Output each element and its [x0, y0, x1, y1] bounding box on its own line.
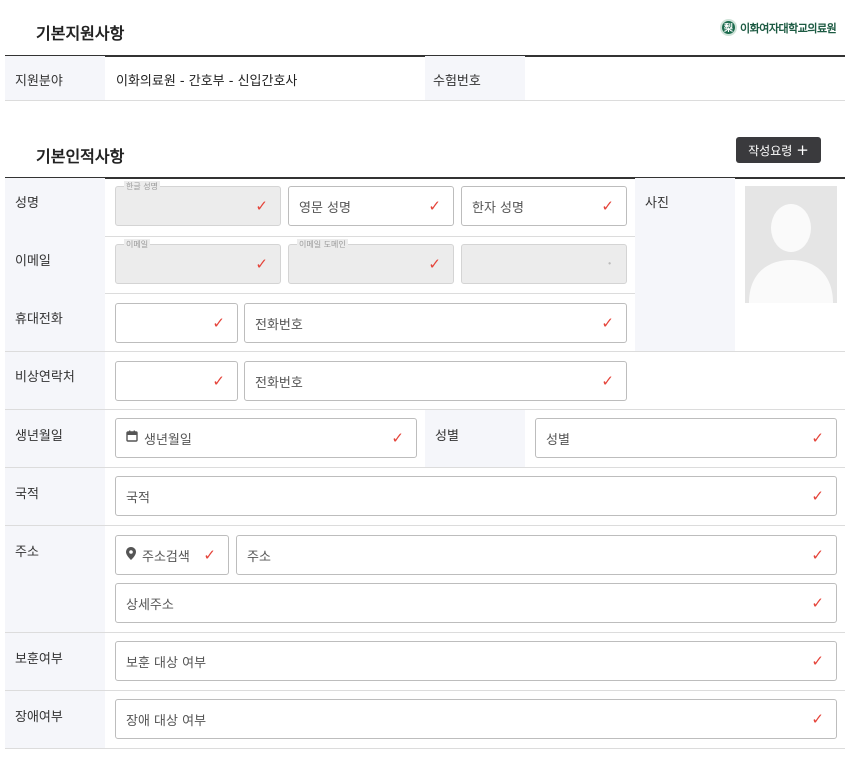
email-id-float-label: 이메일	[124, 239, 151, 250]
emergency-number-placeholder: 전화번호	[255, 375, 303, 391]
check-icon: ✓	[811, 429, 824, 447]
check-icon: ✓	[255, 255, 268, 273]
english-name-field[interactable]: 영문 성명 ✓	[288, 186, 454, 226]
dropdown-dot-icon: •	[607, 259, 612, 269]
writing-guide-label: 작성요령	[748, 143, 793, 158]
plus-icon: +	[796, 141, 809, 159]
emblem-icon: 梨	[720, 19, 737, 36]
gender-label: 성별	[435, 429, 459, 444]
english-name-placeholder: 영문 성명	[299, 200, 351, 216]
check-icon: ✓	[203, 546, 216, 564]
photo-placeholder[interactable]	[745, 186, 837, 303]
application-field-label: 지원분야	[15, 74, 63, 89]
check-icon: ✓	[811, 710, 824, 728]
mobile-prefix-select[interactable]: ✓	[115, 303, 238, 343]
disability-select[interactable]: 장애 대상 여부 ✓	[115, 699, 837, 739]
divider	[5, 467, 845, 468]
emergency-contact-label: 비상연락처	[15, 370, 75, 385]
address-placeholder: 주소	[247, 549, 271, 565]
address-detail-input[interactable]: 상세주소 ✓	[115, 583, 837, 623]
check-icon: ✓	[811, 546, 824, 564]
nationality-select[interactable]: 국적 ✓	[115, 476, 837, 516]
veteran-label: 보훈여부	[15, 652, 63, 667]
address-label: 주소	[15, 545, 39, 560]
check-icon: ✓	[811, 652, 824, 670]
email-domain-float-label: 이메일 도메인	[297, 239, 348, 250]
check-icon: ✓	[601, 197, 614, 215]
photo-label: 사진	[645, 196, 669, 211]
korean-name-field[interactable]: 한글 성명 ✓	[115, 181, 281, 226]
check-icon: ✓	[601, 372, 614, 390]
divider	[5, 100, 845, 101]
check-icon: ✓	[601, 314, 614, 332]
gender-placeholder: 성별	[546, 432, 570, 448]
exam-number-label: 수험번호	[433, 74, 481, 89]
email-label: 이메일	[15, 254, 51, 269]
disability-placeholder: 장애 대상 여부	[126, 713, 207, 729]
logo-text: 이화여자대학교의료원	[740, 21, 837, 35]
korean-name-float-label: 한글 성명	[124, 181, 160, 192]
veteran-select[interactable]: 보훈 대상 여부 ✓	[115, 641, 837, 681]
check-icon: ✓	[811, 594, 824, 612]
hanja-name-placeholder: 한자 성명	[472, 200, 524, 216]
nationality-label: 국적	[15, 487, 39, 502]
check-icon: ✓	[255, 197, 268, 215]
mobile-label: 휴대전화	[15, 312, 63, 327]
calendar-icon	[126, 430, 138, 446]
address-input[interactable]: 주소 ✓	[236, 535, 837, 575]
check-icon: ✓	[811, 487, 824, 505]
divider	[5, 748, 845, 749]
application-field-value: 이화의료원 - 간호부 - 신입간호사	[116, 74, 298, 89]
section-title-personal: 기본인적사항	[36, 147, 125, 166]
email-id-field[interactable]: 이메일 ✓	[115, 239, 281, 284]
gender-select[interactable]: 성별 ✓	[535, 418, 837, 458]
veteran-placeholder: 보훈 대상 여부	[126, 655, 207, 671]
map-pin-icon	[126, 546, 136, 564]
check-icon: ✓	[428, 255, 441, 273]
check-icon: ✓	[212, 314, 225, 332]
birthdate-placeholder: 생년월일	[144, 432, 192, 448]
nationality-placeholder: 국적	[126, 490, 150, 506]
section-title-application: 기본지원사항	[36, 24, 125, 43]
emergency-prefix-select[interactable]: ✓	[115, 361, 238, 401]
hanja-name-field[interactable]: 한자 성명 ✓	[461, 186, 627, 226]
person-silhouette-icon	[745, 186, 837, 303]
birthdate-label: 생년월일	[15, 429, 63, 444]
email-domain-field[interactable]: 이메일 도메인 ✓	[288, 239, 454, 284]
divider	[5, 690, 845, 691]
check-icon: ✓	[212, 372, 225, 390]
name-label: 성명	[15, 196, 39, 211]
check-icon: ✓	[428, 197, 441, 215]
mobile-number-placeholder: 전화번호	[255, 317, 303, 333]
check-icon: ✓	[391, 429, 404, 447]
divider	[5, 632, 845, 633]
disability-label: 장애여부	[15, 710, 63, 725]
address-detail-placeholder: 상세주소	[126, 597, 174, 613]
email-domain-select[interactable]: •	[461, 244, 627, 284]
divider	[105, 236, 635, 237]
address-search-label: 주소검색	[142, 549, 190, 565]
birthdate-input[interactable]: 생년월일 ✓	[115, 418, 417, 458]
divider	[105, 293, 635, 294]
hospital-logo: 梨 이화여자대학교의료원	[720, 19, 837, 36]
divider	[5, 525, 845, 526]
address-search-button[interactable]: 주소검색 ✓	[115, 535, 229, 575]
writing-guide-button[interactable]: 작성요령 +	[736, 137, 821, 163]
emergency-number-input[interactable]: 전화번호 ✓	[244, 361, 627, 401]
mobile-number-input[interactable]: 전화번호 ✓	[244, 303, 627, 343]
divider	[5, 351, 845, 352]
